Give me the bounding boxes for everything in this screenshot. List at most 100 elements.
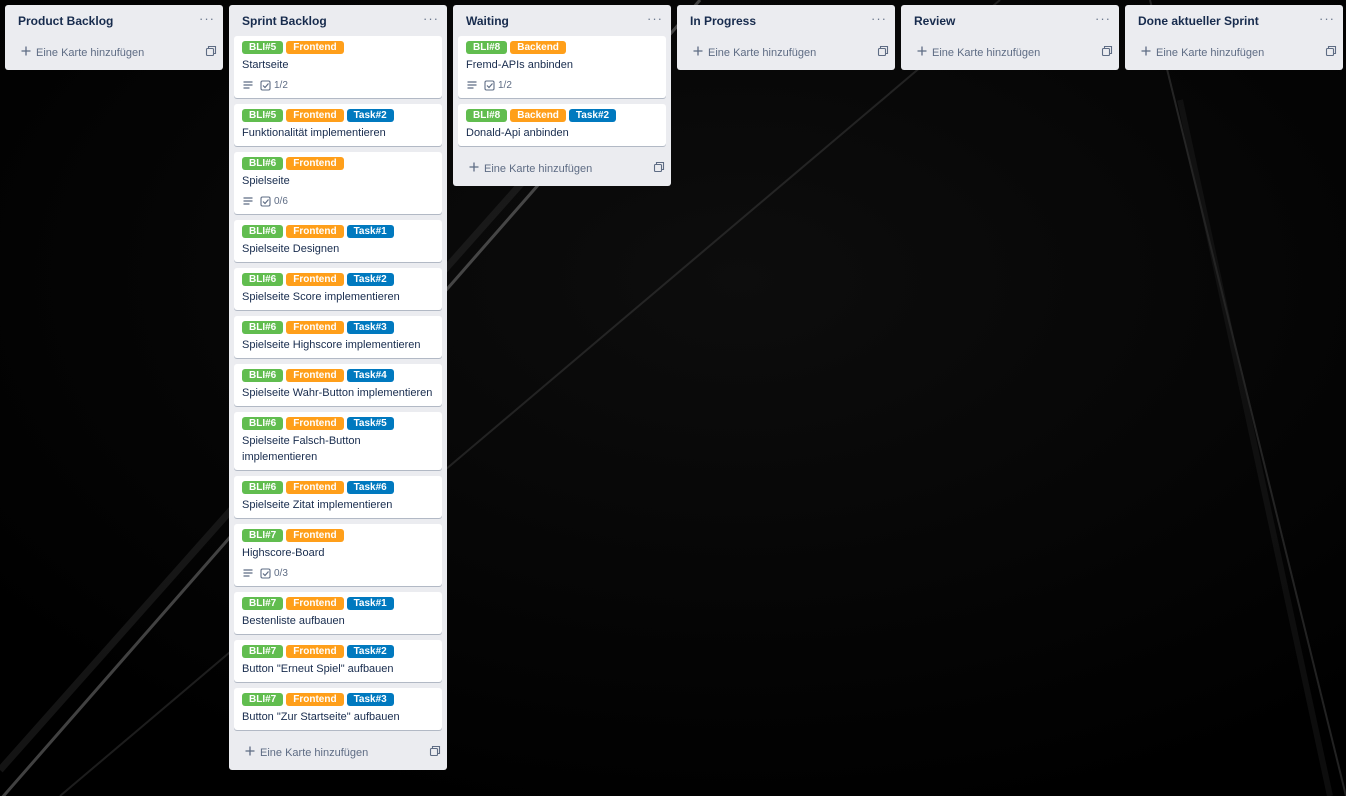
add-card-button[interactable]: Eine Karte hinzufügen	[453, 152, 671, 186]
card-labels: BLI#6 Frontend	[242, 157, 435, 170]
card-labels: BLI#6 Frontend Task#5	[242, 417, 435, 430]
card[interactable]: BLI#7 Frontend Task#3 Button "Zur Starts…	[234, 688, 442, 730]
template-icon[interactable]	[1101, 44, 1113, 62]
list-in-progress: In Progress ··· Eine Karte hinzufügen	[677, 5, 895, 70]
card[interactable]: BLI#6 Frontend Task#3 Spielseite Highsco…	[234, 316, 442, 358]
label-area: Frontend	[286, 529, 344, 542]
card-title: Button "Zur Startseite" aufbauen	[242, 711, 400, 723]
add-card-button[interactable]: Eine Karte hinzufügen	[229, 736, 447, 770]
checklist-badge: 0/6	[260, 196, 288, 207]
list-title[interactable]: In Progress	[690, 14, 756, 28]
add-card-label: Eine Karte hinzufügen	[260, 747, 369, 759]
more-icon[interactable]: ···	[645, 12, 665, 29]
card[interactable]: BLI#7 Frontend Highscore-Board 0/3	[234, 524, 442, 586]
card-title: Button "Erneut Spiel" aufbauen	[242, 663, 394, 675]
add-card-label: Eine Karte hinzufügen	[708, 47, 817, 59]
list-done-current-sprint: Done aktueller Sprint ··· Eine Karte hin…	[1125, 5, 1343, 70]
template-icon[interactable]	[653, 160, 665, 178]
add-card-button[interactable]: Eine Karte hinzufügen	[901, 36, 1119, 70]
template-icon[interactable]	[1325, 44, 1337, 62]
list-title[interactable]: Product Backlog	[18, 14, 113, 28]
label-bli: BLI#6	[242, 273, 284, 286]
plus-icon	[20, 44, 32, 62]
card-list: BLI#5 Frontend Startseite 1/2 BLI#5 Fron…	[229, 36, 447, 730]
more-icon[interactable]: ···	[1093, 12, 1113, 29]
label-task: Task#1	[346, 597, 394, 610]
add-card-button[interactable]: Eine Karte hinzufügen	[677, 36, 895, 70]
card[interactable]: BLI#7 Frontend Task#2 Button "Erneut Spi…	[234, 640, 442, 682]
label-area: Frontend	[286, 645, 344, 658]
card[interactable]: BLI#8 Backend Task#2 Donald-Api anbinden	[458, 104, 666, 146]
card[interactable]: BLI#6 Frontend Task#1 Spielseite Designe…	[234, 220, 442, 262]
add-card-button[interactable]: Eine Karte hinzufügen	[5, 36, 223, 70]
list-header: In Progress ···	[677, 5, 895, 36]
label-bli: BLI#7	[242, 645, 284, 658]
add-card-label: Eine Karte hinzufügen	[932, 47, 1041, 59]
list-header: Review ···	[901, 5, 1119, 36]
template-icon[interactable]	[205, 44, 217, 62]
list-title[interactable]: Sprint Backlog	[242, 14, 327, 28]
more-icon[interactable]: ···	[421, 12, 441, 29]
checklist-count: 1/2	[274, 79, 288, 91]
card-badges: 1/2	[466, 77, 659, 93]
label-area: Frontend	[286, 41, 344, 54]
more-icon[interactable]: ···	[1317, 12, 1337, 29]
label-bli: BLI#5	[242, 41, 284, 54]
card-title: Startseite	[242, 59, 289, 71]
card-title: Fremd-APIs anbinden	[466, 59, 573, 71]
list-title[interactable]: Review	[914, 14, 955, 28]
plus-icon	[244, 744, 256, 762]
card[interactable]: BLI#5 Frontend Startseite 1/2	[234, 36, 442, 98]
list-header: Waiting ···	[453, 5, 671, 36]
card[interactable]: BLI#6 Frontend Spielseite 0/6	[234, 152, 442, 214]
plus-icon	[916, 44, 928, 62]
label-task: Task#3	[346, 693, 394, 706]
label-area: Frontend	[286, 109, 344, 122]
more-icon[interactable]: ···	[197, 12, 217, 29]
card-labels: BLI#7 Frontend	[242, 529, 435, 542]
card-labels: BLI#7 Frontend Task#1	[242, 597, 435, 610]
card[interactable]: BLI#6 Frontend Task#6 Spielseite Zitat i…	[234, 476, 442, 518]
card-title: Bestenliste aufbauen	[242, 615, 345, 627]
list-title[interactable]: Done aktueller Sprint	[1138, 14, 1259, 28]
card[interactable]: BLI#5 Frontend Task#2 Funktionalität imp…	[234, 104, 442, 146]
add-card-group: Eine Karte hinzufügen	[692, 44, 816, 62]
card[interactable]: BLI#8 Backend Fremd-APIs anbinden 1/2	[458, 36, 666, 98]
checklist-icon	[260, 567, 271, 579]
description-icon	[242, 567, 254, 579]
add-card-button[interactable]: Eine Karte hinzufügen	[1125, 36, 1343, 70]
card-title: Spielseite Falsch-Button implementieren	[242, 435, 361, 463]
label-task: Task#1	[346, 225, 394, 238]
card-labels: BLI#5 Frontend Task#2	[242, 109, 435, 122]
card[interactable]: BLI#6 Frontend Task#4 Spielseite Wahr-Bu…	[234, 364, 442, 406]
plus-icon	[468, 160, 480, 178]
label-area: Frontend	[286, 273, 344, 286]
card[interactable]: BLI#7 Frontend Task#1 Bestenliste aufbau…	[234, 592, 442, 634]
template-icon[interactable]	[429, 744, 441, 762]
card-labels: BLI#6 Frontend Task#1	[242, 225, 435, 238]
card-title: Spielseite Wahr-Button implementieren	[242, 387, 433, 399]
list-product-backlog: Product Backlog ··· Eine Karte hinzufüge…	[5, 5, 223, 70]
label-task: Task#3	[346, 321, 394, 334]
label-area: Frontend	[286, 225, 344, 238]
card[interactable]: BLI#6 Frontend Task#5 Spielseite Falsch-…	[234, 412, 442, 470]
card-labels: BLI#8 Backend	[466, 41, 659, 54]
card-title: Spielseite Score implementieren	[242, 291, 400, 303]
label-area: Backend	[510, 109, 566, 122]
list-title[interactable]: Waiting	[466, 14, 509, 28]
label-bli: BLI#8	[466, 41, 508, 54]
more-icon[interactable]: ···	[869, 12, 889, 29]
checklist-badge: 0/3	[260, 568, 288, 579]
template-icon[interactable]	[877, 44, 889, 62]
checklist-count: 0/6	[274, 195, 288, 207]
add-card-group: Eine Karte hinzufügen	[916, 44, 1040, 62]
card[interactable]: BLI#6 Frontend Task#2 Spielseite Score i…	[234, 268, 442, 310]
card-labels: BLI#6 Frontend Task#3	[242, 321, 435, 334]
add-card-label: Eine Karte hinzufügen	[36, 47, 145, 59]
add-card-label: Eine Karte hinzufügen	[484, 163, 593, 175]
label-area: Frontend	[286, 481, 344, 494]
label-area: Frontend	[286, 157, 344, 170]
card-title: Spielseite	[242, 175, 290, 187]
list-sprint-backlog: Sprint Backlog ··· BLI#5 Frontend Starts…	[229, 5, 447, 770]
label-task: Task#2	[568, 109, 617, 122]
